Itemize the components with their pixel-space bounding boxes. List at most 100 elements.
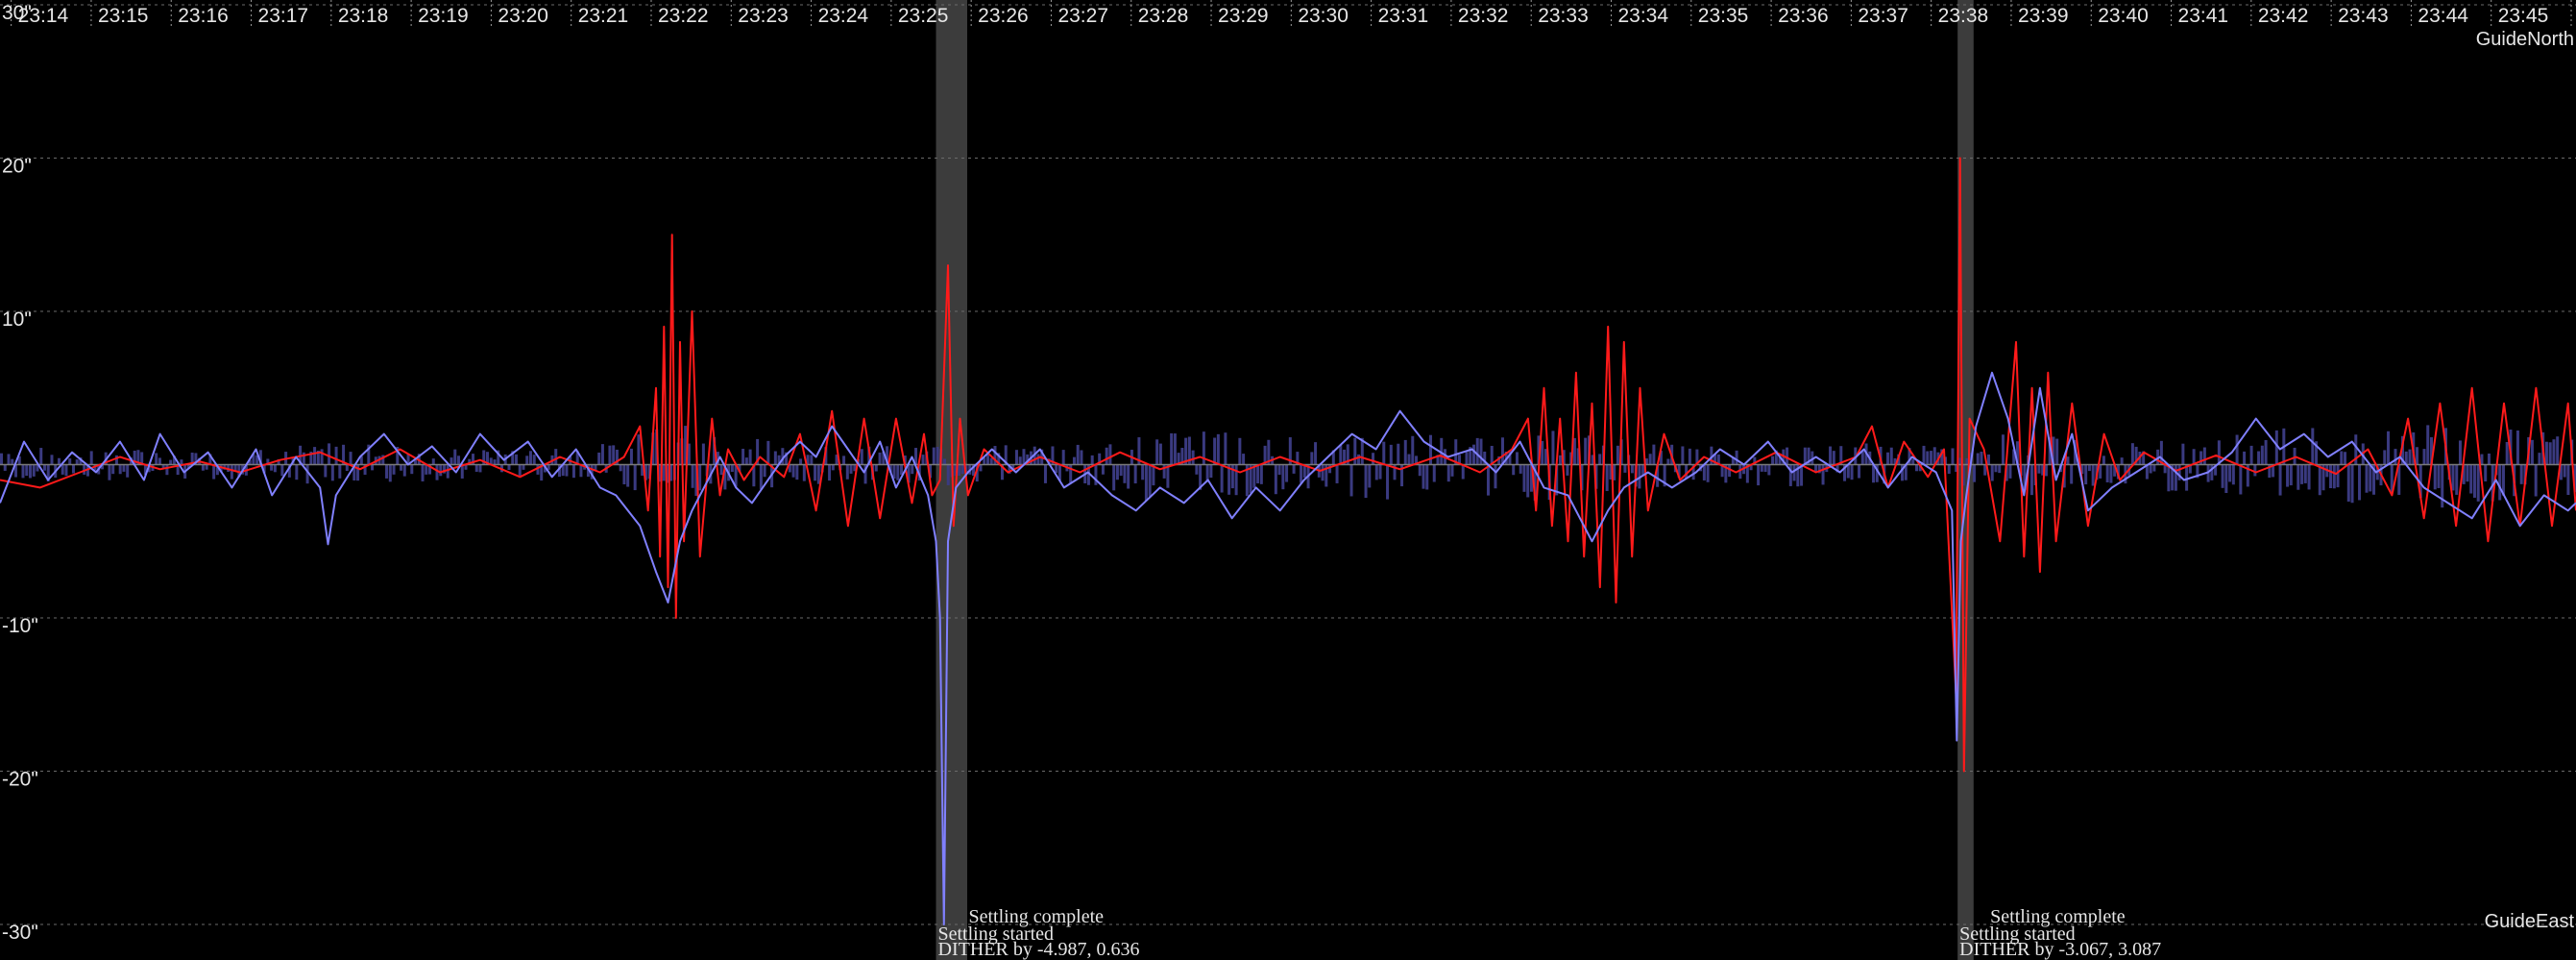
correction-bar	[579, 464, 583, 478]
correction-bar	[612, 445, 616, 465]
correction-bar	[1144, 464, 1148, 501]
correction-bar	[989, 457, 993, 465]
correction-bar	[345, 464, 349, 472]
correction-bar	[892, 464, 896, 480]
correction-bar	[1105, 447, 1108, 465]
correction-bar	[1310, 452, 1314, 465]
correction-bar	[64, 464, 68, 477]
correction-bar	[1036, 454, 1040, 465]
correction-bar	[1860, 451, 1864, 465]
correction-bar	[936, 447, 939, 465]
correction-bar	[701, 443, 705, 465]
correction-bar	[1688, 448, 1691, 465]
correction-bar	[633, 464, 637, 491]
correction-bar	[2318, 464, 2321, 496]
correction-bar	[2332, 464, 2336, 489]
annotation-text: DITHER by -3.067, 3.087	[1959, 939, 2161, 960]
correction-bar	[2466, 464, 2469, 482]
correction-bar	[1372, 453, 1375, 465]
x-tick-label: 23:17	[258, 5, 309, 27]
correction-bar	[1158, 443, 1162, 465]
x-tick-label: 23:32	[1458, 5, 1509, 27]
correction-bar	[1681, 446, 1685, 465]
y-tick-label: -20"	[2, 769, 38, 791]
correction-bar	[2029, 464, 2033, 496]
correction-bar	[1127, 464, 1130, 489]
x-tick-label: 23:36	[1778, 5, 1829, 27]
correction-bar	[2044, 464, 2048, 477]
correction-bar	[2210, 464, 2214, 480]
correction-bar	[1349, 464, 1353, 497]
correction-bar	[2300, 464, 2304, 484]
correction-bar	[158, 457, 161, 465]
correction-bar	[1494, 464, 1497, 489]
correction-bar	[1792, 464, 1796, 481]
correction-bar	[2346, 464, 2350, 502]
correction-bar	[2120, 457, 2124, 465]
correction-bar	[730, 464, 734, 472]
correction-bar	[1915, 464, 1919, 472]
correction-bar	[2530, 439, 2534, 465]
correction-bar	[1767, 464, 1771, 476]
x-tick-label: 23:34	[1617, 5, 1668, 27]
correction-bar	[2455, 464, 2459, 495]
correction-bar	[1598, 454, 1602, 465]
correction-bar	[2185, 464, 2189, 491]
correction-bar	[338, 464, 342, 479]
correction-bar	[1990, 464, 1994, 481]
correction-bar	[1411, 435, 1415, 465]
correction-bar	[507, 464, 511, 471]
correction-bar	[1335, 464, 1339, 483]
correction-bar	[1281, 464, 1285, 490]
y-tick-label: 10"	[2, 308, 32, 331]
correction-bar	[2469, 464, 2473, 494]
correction-bar	[273, 464, 277, 473]
correction-bar	[1998, 464, 2002, 474]
x-tick-label: 23:44	[2418, 5, 2468, 27]
correction-bar	[532, 455, 536, 465]
correction-bar	[1886, 452, 1890, 465]
correction-bar	[2519, 464, 2523, 484]
correction-bar	[118, 464, 122, 475]
correction-bar	[1605, 464, 1609, 491]
correction-bar	[457, 455, 461, 465]
correction-bar	[1321, 464, 1324, 481]
correction-bar	[860, 449, 863, 465]
correction-bar	[1666, 458, 1670, 465]
correction-bar	[698, 464, 702, 491]
correction-bar	[1022, 449, 1026, 465]
correction-bar	[61, 464, 64, 475]
correction-bar	[474, 464, 478, 472]
correction-bar	[2243, 451, 2247, 465]
correction-bar	[2202, 447, 2206, 465]
correction-bar	[3, 464, 7, 471]
correction-bar	[1803, 447, 1807, 465]
x-tick-label: 23:31	[1378, 5, 1429, 27]
correction-bar	[388, 464, 392, 482]
correction-bar	[2070, 464, 2074, 484]
correction-bar	[1173, 433, 1177, 465]
correction-bar	[921, 455, 925, 465]
correction-bar	[7, 454, 11, 465]
y-tick-label: -10"	[2, 615, 38, 637]
correction-bar	[1976, 453, 1980, 465]
correction-bar	[2307, 464, 2311, 490]
x-tick-label: 23:35	[1698, 5, 1749, 27]
correction-bar	[1515, 452, 1519, 465]
correction-bar	[2458, 440, 2462, 465]
correction-bar	[1043, 464, 1047, 483]
correction-bar	[2228, 464, 2232, 482]
correction-bar	[450, 457, 453, 465]
correction-bar	[814, 464, 817, 481]
x-tick-label: 23:23	[738, 5, 789, 27]
correction-bar	[810, 455, 814, 465]
correction-bar	[1814, 464, 1818, 472]
correction-bar	[2336, 464, 2340, 488]
correction-bar	[2476, 464, 2480, 502]
correction-bar	[111, 464, 115, 475]
correction-bar	[1986, 454, 1990, 465]
correction-bar	[1300, 464, 1303, 483]
correction-bar	[1930, 451, 1933, 465]
correction-bar	[1446, 464, 1450, 482]
correction-bar	[1133, 464, 1137, 484]
